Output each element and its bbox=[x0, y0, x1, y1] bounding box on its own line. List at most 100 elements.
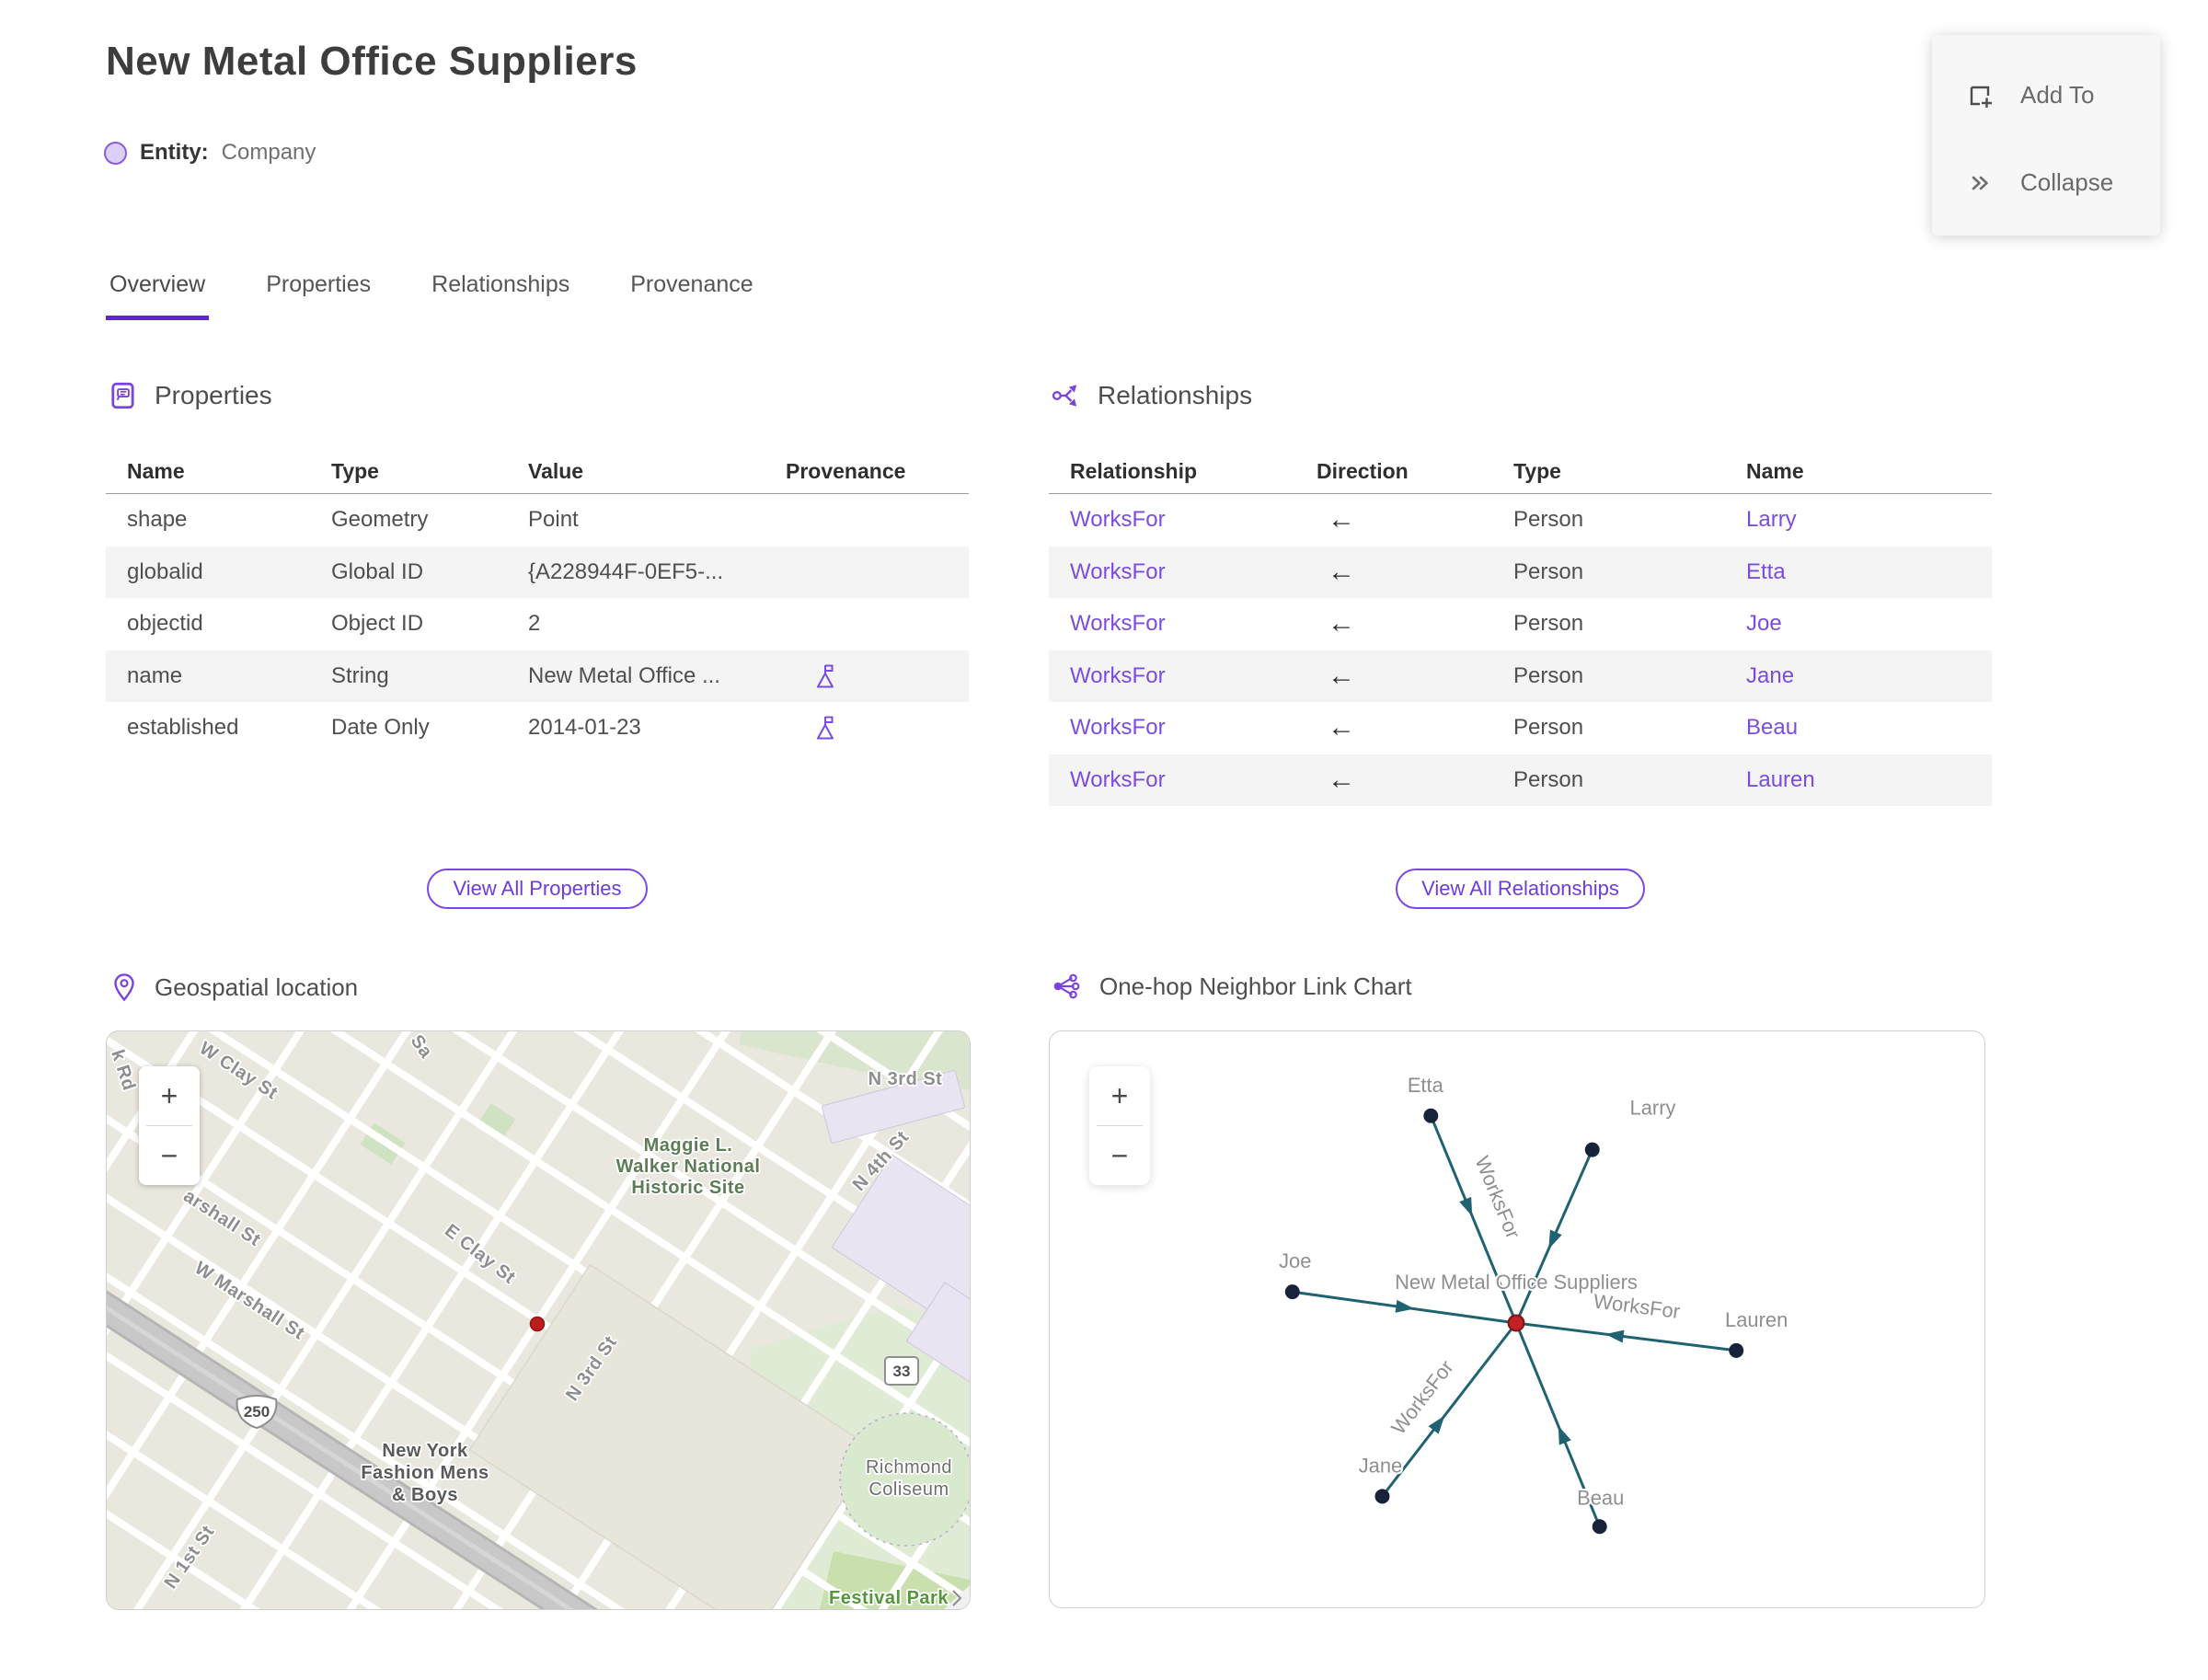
geospatial-map[interactable]: 250 33 W Clay St k Rd Sa arshall St W Marshal… bbox=[106, 1030, 971, 1610]
tab-overview[interactable]: Overview bbox=[106, 271, 210, 320]
direction-arrow: ← bbox=[1328, 712, 1355, 743]
geospatial-section-header: Geospatial location bbox=[112, 972, 358, 1003]
direction-arrow: ← bbox=[1328, 660, 1355, 691]
graph-node[interactable] bbox=[1584, 1142, 1600, 1157]
property-name: objectid bbox=[127, 611, 203, 637]
direction-arrow: ← bbox=[1328, 608, 1355, 639]
map-label: Fashion Mens bbox=[361, 1463, 489, 1483]
relationship-link[interactable]: WorksFor bbox=[1070, 715, 1166, 740]
col-relationship: Relationship bbox=[1070, 458, 1198, 483]
collapse-icon bbox=[1972, 176, 1988, 190]
tab-bar: Overview Properties Relationships Proven… bbox=[106, 271, 757, 320]
edge-label: WorksFor bbox=[1593, 1289, 1682, 1323]
page-title: New Metal Office Suppliers bbox=[106, 39, 638, 84]
entity-name-link[interactable]: Etta bbox=[1746, 559, 1786, 584]
col-name: Name bbox=[1746, 458, 1804, 483]
graph-center-node[interactable] bbox=[1507, 1314, 1525, 1332]
node-label: Lauren bbox=[1725, 1308, 1788, 1331]
tab-properties[interactable]: Properties bbox=[262, 271, 374, 320]
map-zoom-in-button[interactable]: + bbox=[139, 1066, 200, 1125]
property-name: globalid bbox=[127, 558, 203, 584]
view-all-relationships-button[interactable]: View All Relationships bbox=[1396, 869, 1645, 909]
relationships-table-header: Relationship Direction Type Name bbox=[1049, 449, 1992, 494]
map-label: Coliseum bbox=[868, 1479, 949, 1500]
relationship-type: Person bbox=[1513, 558, 1584, 584]
graph-node[interactable] bbox=[1284, 1284, 1300, 1300]
map-zoom-out-button[interactable]: − bbox=[139, 1126, 200, 1185]
entity-type-icon bbox=[104, 141, 127, 165]
location-marker bbox=[529, 1316, 546, 1332]
relationship-type: Person bbox=[1513, 662, 1584, 688]
tab-relationships[interactable]: Relationships bbox=[428, 271, 573, 320]
edge-arrow-icon bbox=[1459, 1196, 1473, 1216]
map-zoom-control: + − bbox=[139, 1066, 200, 1185]
provenance-icon[interactable] bbox=[813, 714, 837, 742]
one-hop-link-chart[interactable]: WorksFor WorksFor WorksFor Etta Larry Joe Laur… bbox=[1049, 1030, 1985, 1608]
property-name: shape bbox=[127, 507, 188, 533]
view-all-properties-button[interactable]: View All Properties bbox=[427, 869, 648, 909]
linkchart-section-title: One-hop Neighbor Link Chart bbox=[1099, 972, 1412, 1000]
map-label: Historic Site bbox=[631, 1178, 744, 1198]
edge-arrow-icon bbox=[1395, 1299, 1415, 1313]
properties-table: Name Type Value Provenance shape Geometry… bbox=[106, 449, 969, 754]
properties-section-header: Properties bbox=[109, 381, 272, 410]
property-value: 2014-01-23 bbox=[528, 715, 641, 741]
entity-name-link[interactable]: Beau bbox=[1746, 715, 1798, 740]
chart-zoom-out-button[interactable]: − bbox=[1089, 1126, 1150, 1185]
add-to-label: Add To bbox=[2020, 81, 2095, 109]
relationships-section-header: Relationships bbox=[1052, 381, 1252, 410]
property-row: globalid Global ID {A228944F-0EF5-... bbox=[106, 546, 969, 598]
graph-edge[interactable] bbox=[1515, 1321, 1737, 1352]
map-canvas: 25033 W Clay Stk RdSaarshall StW Marshal… bbox=[107, 1031, 970, 1609]
node-label: Joe bbox=[1279, 1249, 1311, 1272]
add-to-button[interactable]: Add To bbox=[1932, 52, 2160, 139]
graph-node[interactable] bbox=[1374, 1489, 1390, 1504]
property-type: Object ID bbox=[331, 611, 424, 637]
property-provenance bbox=[786, 662, 969, 690]
graph-node[interactable] bbox=[1423, 1108, 1439, 1123]
map-label: & Boys bbox=[392, 1485, 458, 1505]
direction-arrow: ← bbox=[1328, 556, 1355, 587]
relationship-link[interactable]: WorksFor bbox=[1070, 507, 1166, 532]
chart-zoom-in-button[interactable]: + bbox=[1089, 1066, 1150, 1125]
relationship-row: WorksFor ← Person Beau bbox=[1049, 702, 1992, 754]
geospatial-section-title: Geospatial location bbox=[155, 972, 359, 1001]
property-type: Geometry bbox=[331, 507, 429, 533]
provenance-icon[interactable] bbox=[813, 662, 837, 690]
entity-name-link[interactable]: Lauren bbox=[1746, 767, 1815, 792]
collapse-button[interactable]: Collapse bbox=[1932, 139, 2160, 226]
properties-section-title: Properties bbox=[155, 381, 272, 409]
entity-name-link[interactable]: Jane bbox=[1746, 663, 1794, 688]
properties-icon bbox=[111, 382, 134, 409]
relationship-type: Person bbox=[1513, 507, 1584, 533]
property-value: New Metal Office ... bbox=[528, 662, 720, 688]
edge-arrow-icon bbox=[1428, 1415, 1445, 1434]
entity-name-link[interactable]: Larry bbox=[1746, 507, 1797, 532]
map-label: New York bbox=[382, 1441, 468, 1461]
entity-name-link[interactable]: Joe bbox=[1746, 611, 1782, 636]
relationship-link[interactable]: WorksFor bbox=[1070, 767, 1166, 792]
relationship-type: Person bbox=[1513, 611, 1584, 637]
relationship-type: Person bbox=[1513, 715, 1584, 741]
relationship-link[interactable]: WorksFor bbox=[1070, 611, 1166, 636]
relationship-type: Person bbox=[1513, 766, 1584, 792]
tab-provenance[interactable]: Provenance bbox=[627, 271, 756, 320]
graph-node[interactable] bbox=[1729, 1342, 1744, 1358]
relationships-icon bbox=[1052, 385, 1077, 407]
properties-table-header: Name Type Value Provenance bbox=[106, 449, 969, 494]
link-chart-icon bbox=[1053, 973, 1080, 999]
relationship-link[interactable]: WorksFor bbox=[1070, 663, 1166, 688]
relationship-link[interactable]: WorksFor bbox=[1070, 559, 1166, 584]
view-all-properties-row: View All Properties bbox=[106, 869, 969, 909]
col-provenance: Provenance bbox=[786, 458, 906, 483]
floating-action-menu: Add To Collapse bbox=[1932, 35, 2160, 236]
entity-detail-page: New Metal Office Suppliers Entity: Compa… bbox=[0, 0, 2208, 1680]
map-pin-icon bbox=[114, 973, 134, 1002]
col-name: Name bbox=[127, 458, 185, 483]
relationship-row: WorksFor ← Person Joe bbox=[1049, 598, 1992, 650]
edge-arrow-icon bbox=[1604, 1329, 1625, 1343]
property-type: String bbox=[331, 662, 389, 688]
graph-node[interactable] bbox=[1592, 1519, 1607, 1535]
property-name: established bbox=[127, 715, 239, 741]
svg-text:33: 33 bbox=[893, 1363, 911, 1380]
